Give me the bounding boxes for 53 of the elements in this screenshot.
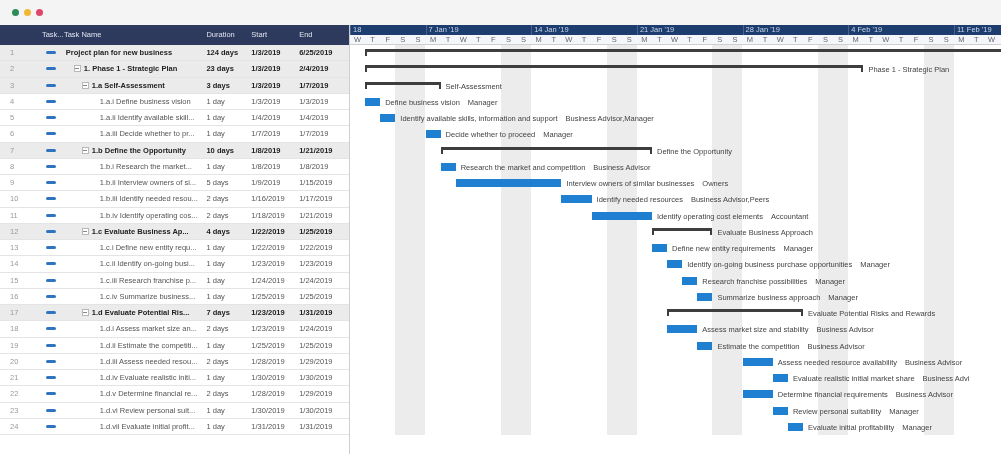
task-bar[interactable] [697,292,713,301]
collapse-icon[interactable] [81,227,89,235]
task-bar[interactable] [440,162,456,171]
task-bar[interactable] [742,357,773,366]
task-bar[interactable] [787,422,803,431]
task-mode-icon [45,392,56,396]
task-bar[interactable] [380,114,396,122]
task-mode-icon [45,294,56,298]
summary-bar[interactable] [440,146,652,154]
task-bar[interactable] [667,260,683,269]
task-mode-icon [45,408,56,412]
task-mode-icon [45,359,56,363]
task-bar[interactable] [682,276,698,285]
task-mode-icon [45,181,56,185]
task-mode-icon [45,148,56,152]
summary-bar[interactable] [365,81,441,89]
task-mode-icon [45,51,56,55]
task-bar[interactable] [365,97,381,106]
task-mode-icon [45,376,56,380]
task-mode-icon [45,213,56,217]
summary-bar[interactable] [652,227,713,235]
collapse-icon[interactable] [81,309,89,317]
task-mode-icon [45,327,56,331]
summary-bar[interactable] [365,65,864,73]
task-mode-icon [45,67,56,71]
task-bar[interactable] [652,244,668,252]
task-bar[interactable] [772,406,788,415]
task-mode-icon [45,424,56,428]
task-mode-icon [45,99,56,103]
task-bar[interactable] [667,325,698,334]
collapse-icon[interactable] [81,81,89,89]
task-mode-icon [45,311,56,315]
window-button[interactable] [12,9,19,16]
task-bar[interactable] [697,341,713,350]
task-mode-icon [45,83,56,87]
task-bar[interactable] [742,390,773,399]
task-bar[interactable] [561,195,592,204]
task-bar[interactable] [591,211,652,220]
task-bar[interactable] [772,374,788,382]
task-mode-icon [45,246,56,250]
collapse-icon[interactable] [81,146,89,154]
task-mode-icon [45,132,56,136]
task-bar[interactable] [425,130,441,139]
summary-bar[interactable] [667,309,803,316]
task-mode-icon [45,197,56,201]
task-mode-icon [45,229,56,233]
task-mode-icon [45,343,56,347]
collapse-icon[interactable] [73,65,81,73]
task-mode-icon [45,164,56,168]
window-button[interactable] [36,9,43,16]
task-mode-icon [45,262,56,266]
task-mode-icon [45,278,56,282]
task-mode-icon [45,116,56,120]
